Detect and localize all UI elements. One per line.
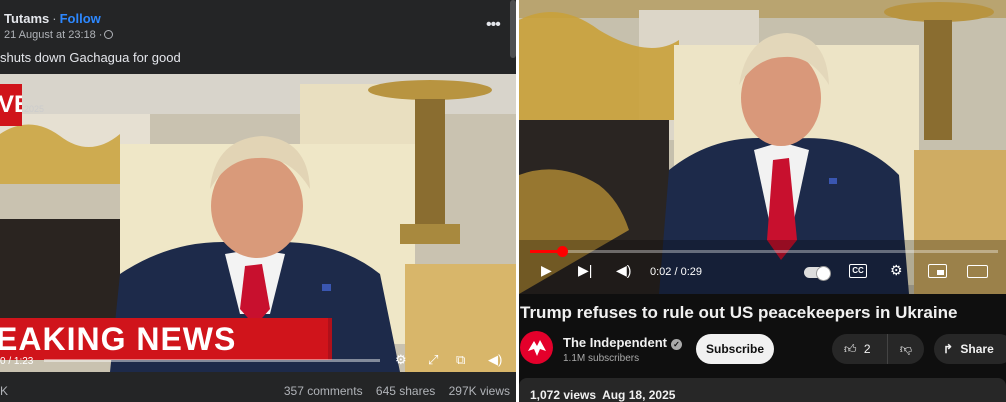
volume-icon[interactable]: ◀) <box>488 352 502 368</box>
live-badge-year: 2025 <box>24 104 45 114</box>
pip-icon[interactable]: ⧉ <box>456 352 465 368</box>
comments-count[interactable]: 357 comments <box>284 384 363 398</box>
share-label: Share <box>960 342 994 356</box>
engagement-counts: 357 comments 645 shares 297K views <box>274 384 510 398</box>
subscribe-button[interactable]: Subscribe <box>696 334 774 364</box>
share-arrow-icon: ↱ <box>943 342 954 356</box>
verified-badge-icon: ✓ <box>671 339 682 350</box>
video-title: Trump refuses to rule out US peacekeeper… <box>520 303 958 322</box>
fullscreen-icon[interactable]: ⤢ <box>428 352 438 368</box>
like-dislike-group: 👍︎ 2 👎︎ <box>832 334 924 364</box>
subscriber-count: 1.1M subscribers <box>563 353 640 364</box>
eagle-logo-icon <box>528 340 546 356</box>
captions-icon[interactable]: CC <box>849 264 867 278</box>
autoplay-toggle[interactable] <box>804 266 831 281</box>
separator-dot: · <box>52 11 57 26</box>
settings-gear-icon[interactable]: ⚙ <box>890 262 903 279</box>
upload-date: Aug 18, 2025 <box>602 388 676 402</box>
post-caption: shuts down Gachagua for good <box>0 50 181 65</box>
yt-progress-bar[interactable] <box>530 246 998 257</box>
shares-count[interactable]: 645 shares <box>376 384 435 398</box>
theater-mode-icon[interactable] <box>967 265 988 278</box>
channel-name[interactable]: The Independent ✓ <box>563 335 682 350</box>
reaction-count[interactable]: K <box>0 384 8 398</box>
video-player[interactable]: ▶ ▶| ◀) 0:02 / 0:29 CC ⚙ <box>519 0 1006 294</box>
like-button[interactable]: 👍︎ 2 <box>832 334 888 364</box>
post-stats: K 357 comments 645 shares 297K views <box>0 372 516 402</box>
miniplayer-icon[interactable] <box>928 264 947 278</box>
volume-icon[interactable]: ◀) <box>616 262 631 279</box>
post-timestamp[interactable]: 21 August at 23:18 · <box>4 29 114 41</box>
post-video[interactable]: VE 2025 EAKING NEWS 0 / 1:23 ⚙ ⤢ ⧉ ◀) <box>0 74 516 372</box>
post-header: Tutams · Follow 21 August at 23:18 · shuts… <box>0 0 516 74</box>
timestamp-text: 21 August at 23:18 · <box>4 29 103 41</box>
share-button[interactable]: ↱ Share <box>934 334 1006 364</box>
thumbs-up-icon: 👍︎ <box>844 342 857 356</box>
channel-avatar[interactable] <box>520 331 553 364</box>
next-icon[interactable]: ▶| <box>578 262 592 279</box>
views-count: 297K views <box>448 384 510 398</box>
play-icon[interactable]: ▶ <box>541 262 552 279</box>
author-name[interactable]: Tutams <box>4 11 49 26</box>
post-author-line: Tutams · Follow <box>4 11 101 26</box>
video-timecode: 0 / 1:23 <box>0 356 34 367</box>
live-badge: VE <box>0 84 22 126</box>
description-box[interactable]: 1,072 views Aug 18, 2025 <box>519 378 1006 402</box>
globe-icon <box>104 30 114 39</box>
like-count: 2 <box>863 342 871 356</box>
facebook-post: Tutams · Follow 21 August at 23:18 · shuts… <box>0 0 516 402</box>
scrollbar-thumb[interactable] <box>510 0 516 58</box>
breaking-news-banner: EAKING NEWS <box>0 318 332 360</box>
youtube-watch-page: ▶ ▶| ◀) 0:02 / 0:29 CC ⚙ Trump refuses t… <box>519 0 1006 402</box>
thumbs-down-icon: 👎︎ <box>899 342 913 356</box>
video-progress-bar[interactable] <box>44 359 380 362</box>
time-display: 0:02 / 0:29 <box>650 266 702 278</box>
description-meta: 1,072 views Aug 18, 2025 <box>530 388 675 402</box>
dislike-button[interactable]: 👎︎ <box>888 334 924 364</box>
gear-icon[interactable]: ⚙ <box>395 352 407 368</box>
view-count: 1,072 views <box>530 388 597 402</box>
channel-name-text: The Independent <box>563 335 667 350</box>
follow-link[interactable]: Follow <box>60 11 101 26</box>
more-options-icon[interactable]: ••• <box>486 16 501 34</box>
